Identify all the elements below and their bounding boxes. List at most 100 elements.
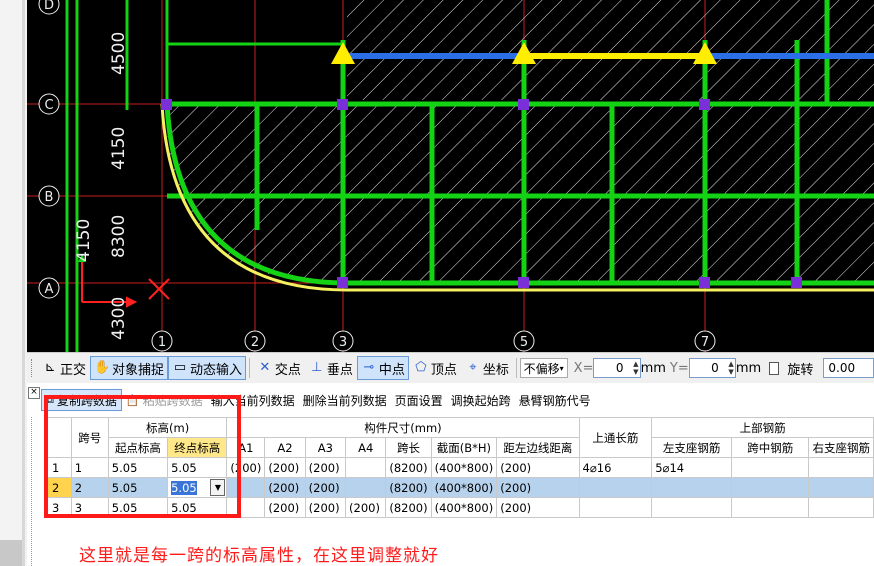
row-number[interactable]: 3 [46, 497, 72, 518]
a2-cell[interactable]: (200) [264, 477, 306, 498]
input-column-data-button[interactable]: 输入当前列数据 [207, 390, 299, 410]
a3-cell[interactable]: (200) [304, 457, 347, 478]
axis-label-3: 3 [339, 335, 347, 350]
start-elevation-cell[interactable]: 5.05 [107, 457, 169, 478]
row-number[interactable]: 2 [46, 477, 72, 498]
a3-cell[interactable]: (200) [304, 477, 347, 498]
end-elevation-cell[interactable]: 5.05 [167, 497, 228, 518]
a4-cell[interactable] [345, 477, 387, 498]
y-coordinate-input[interactable]: 0 ▲ ▼ [688, 358, 736, 378]
left-distance-cell[interactable]: (200) [496, 497, 580, 518]
top-long-bar-cell[interactable] [578, 477, 653, 498]
vertex-icon: ⬠ [415, 360, 427, 375]
paste-span-data-button[interactable]: 📋 粘贴跨数据 [122, 390, 207, 410]
left-support-rebar-cell[interactable]: 5⌀14 [651, 457, 733, 478]
mid-span-rebar-cell[interactable] [731, 457, 810, 478]
header-elevation: 标高(m) [107, 417, 228, 438]
section-cell[interactable]: (400*800) [430, 457, 498, 478]
copy-span-data-button[interactable]: ⧉ 复制跨数据 [41, 389, 122, 411]
vertex-snap-button[interactable]: ⬠ 顶点 [409, 356, 461, 380]
span-no-cell[interactable]: 2 [70, 477, 109, 498]
close-icon[interactable]: × [28, 387, 40, 399]
end-elevation-input[interactable]: 5.05 [171, 480, 197, 495]
copy-icon: ⧉ [46, 393, 54, 406]
coordinate-icon: ⌖ [469, 360, 477, 375]
span-length-cell[interactable]: (8200) [385, 477, 432, 498]
chevron-down-icon[interactable]: ▼ [210, 479, 226, 496]
right-support-rebar-cell[interactable] [808, 457, 874, 478]
coordinate-snap-button[interactable]: ⌖ 坐标 [461, 356, 513, 380]
axis-label-7: 7 [701, 335, 709, 350]
cad-drawing-canvas[interactable]: D C B A 1 2 3 5 7 4500 4150 8300 4150 43… [27, 0, 874, 352]
a2-cell[interactable]: (200) [264, 457, 306, 478]
snap-toolbar: ⊾ 正交 ✋ 对象捕捉 ▭ 动态输入 ✕ 交点 ⊥ 垂点 ⊸ 中点 ⬠ 顶点 ⌖ 坐标 不偏移 ▾… [27, 352, 874, 383]
span-no-cell[interactable]: 1 [70, 457, 109, 478]
span-data-table: 跨号 标高(m) 构件尺寸(mm) 上通长筋 上部钢筋 起点标高 终点标高 A1… [46, 417, 874, 518]
end-elevation-cell[interactable]: 5.05 [167, 457, 228, 478]
left-support-rebar-cell[interactable] [651, 477, 733, 498]
row-number[interactable]: 1 [46, 457, 72, 478]
a4-cell[interactable] [345, 457, 387, 478]
left-support-rebar-cell[interactable] [651, 497, 733, 518]
left-distance-cell[interactable]: (200) [496, 457, 580, 478]
right-support-rebar-cell[interactable] [808, 477, 874, 498]
a1-cell[interactable] [226, 477, 266, 498]
section-cell[interactable]: (400*800) [430, 477, 498, 498]
offset-select[interactable]: 不偏移 ▾ [519, 358, 568, 378]
swap-start-span-button[interactable]: 调换起始跨 [447, 390, 515, 410]
toolbar-grip[interactable] [31, 359, 35, 377]
delete-column-data-button[interactable]: 删除当前列数据 [299, 390, 391, 410]
mid-span-rebar-cell[interactable] [731, 497, 810, 518]
rotate-checkbox[interactable] [769, 361, 780, 375]
table-row[interactable]: 2 2 5.05 5.05 ▼ (200) (200) (8200) (400*… [46, 477, 874, 498]
start-elevation-cell[interactable]: 5.05 [107, 497, 169, 518]
section-cell[interactable]: (400*800) [430, 497, 498, 518]
x-coordinate-input[interactable]: 0 ▲ ▼ [593, 358, 641, 378]
right-support-rebar-cell[interactable] [808, 497, 874, 518]
chevron-down-icon: ▾ [559, 363, 564, 373]
rotate-angle-input[interactable]: 0.00 [823, 358, 874, 378]
span-length-cell[interactable]: (8200) [385, 497, 432, 518]
dynamic-input-icon: ▭ [173, 360, 187, 375]
a2-cell[interactable]: (200) [264, 497, 306, 518]
start-elevation-cell[interactable]: 5.05 [107, 477, 169, 498]
a4-cell[interactable]: (200) [345, 497, 387, 518]
header-right-support-rebar: 右支座钢筋 [808, 437, 874, 458]
table-row[interactable]: 3 3 5.05 5.05 (200) (200) (200) (8200) (… [46, 497, 874, 518]
header-top-long-bar: 上通长筋 [578, 417, 653, 458]
end-elevation-dropdown[interactable]: 5.05 ▼ [169, 479, 226, 496]
a1-cell[interactable] [226, 497, 266, 518]
object-snap-button[interactable]: ✋ 对象捕捉 [90, 356, 169, 380]
axis-label-a: A [45, 282, 54, 297]
span-no-cell[interactable]: 3 [70, 497, 109, 518]
mid-span-rebar-cell[interactable] [731, 477, 810, 498]
a3-cell[interactable]: (200) [304, 497, 347, 518]
ortho-button[interactable]: ⊾ 正交 [38, 356, 90, 380]
header-a2: A2 [264, 437, 306, 458]
midpoint-snap-button[interactable]: ⊸ 中点 [356, 356, 409, 380]
cantilever-rebar-code-button[interactable]: 悬臂钢筋代号 [515, 390, 595, 410]
x-label: X= [573, 360, 594, 376]
dynamic-input-button[interactable]: ▭ 动态输入 [168, 356, 247, 380]
dimension-text: 8300 [109, 215, 129, 258]
top-long-bar-cell[interactable] [578, 497, 653, 518]
spinner-icon[interactable]: ▲ ▼ [728, 360, 733, 376]
header-corner [46, 417, 72, 458]
top-long-bar-cell[interactable]: 4⌀16 [578, 457, 653, 478]
end-elevation-cell[interactable]: 5.05 ▼ [167, 477, 228, 498]
axis-label-b: B [45, 190, 54, 205]
spinner-icon[interactable]: ▲ ▼ [633, 360, 638, 376]
y-unit-label: mm [735, 360, 762, 376]
panel-grip[interactable] [31, 417, 36, 566]
page-setup-button[interactable]: 页面设置 [391, 390, 447, 410]
left-distance-cell[interactable]: (200) [496, 477, 580, 498]
ortho-icon: ⊾ [44, 360, 56, 375]
a1-cell[interactable]: (200) [226, 457, 266, 478]
x-unit-label: mm [640, 360, 666, 376]
intersection-icon: ✕ [259, 360, 271, 375]
perpendicular-snap-button[interactable]: ⊥ 垂点 [305, 356, 357, 380]
intersection-snap-button[interactable]: ✕ 交点 [253, 356, 305, 380]
table-row[interactable]: 1 1 5.05 5.05 (200) (200) (200) (8200) (… [46, 457, 874, 478]
header-end-elevation: 终点标高 [167, 437, 228, 458]
span-length-cell[interactable]: (8200) [385, 457, 432, 478]
